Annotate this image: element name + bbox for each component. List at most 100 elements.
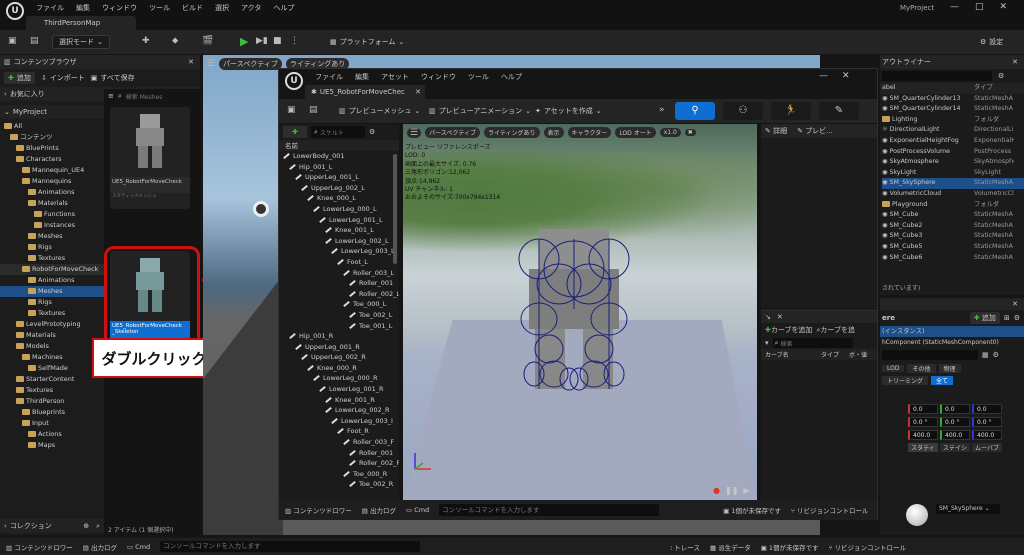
close-icon[interactable]: ✕ (415, 88, 421, 96)
mesh-mode-button[interactable]: ⚇ (723, 102, 763, 120)
editor-cmd-button[interactable]: ▭ Cmd (406, 506, 429, 514)
skeleton-mode-button[interactable]: ⚲ (675, 102, 715, 120)
hamburger-icon[interactable]: ☰ (207, 59, 215, 69)
blueprint-icon[interactable]: ⊞ (1004, 314, 1010, 322)
filter-lod[interactable]: LOD (882, 364, 905, 372)
bone-item[interactable]: Toe_002_R (279, 479, 399, 490)
gear-icon[interactable]: ⚙ (993, 351, 999, 359)
select-mode-button[interactable]: 選択モード ⌄ (52, 35, 110, 49)
filter-streaming[interactable]: トリーミング (882, 375, 929, 385)
bone-item[interactable]: Knee_001_L (279, 225, 399, 236)
pause-icon[interactable]: ❚❚ (725, 486, 738, 495)
editor-console-input[interactable]: コンソールコマンドを入力します (439, 504, 660, 516)
tree-item[interactable]: Materials (0, 198, 104, 209)
tree-item[interactable]: Input (0, 418, 104, 429)
asset-search-input[interactable]: 検索 Meshes (126, 92, 163, 101)
bone-item[interactable]: LowerLeg_001_L (279, 215, 399, 226)
editor-menu-tools[interactable]: ツール (468, 72, 489, 82)
preview-viewport[interactable]: ☰ パースペクティブ ライティングあり 表示 キャラクター LOD オート x1… (403, 124, 757, 500)
details-instance[interactable]: (インスタンス) (880, 326, 1024, 337)
folder-icon[interactable]: ▤ (30, 36, 39, 46)
close-icon[interactable]: ✕ (1012, 300, 1018, 308)
bone-item[interactable]: Roller_001 (279, 278, 399, 289)
preview-lod-button[interactable]: LOD オート (615, 127, 656, 138)
filter-icon[interactable]: ≡ (108, 92, 114, 100)
menu-select[interactable]: 選択 (215, 3, 229, 13)
tree-item[interactable]: SelfMade (0, 363, 104, 374)
stop-icon[interactable]: ■ (273, 36, 282, 46)
scale-x[interactable]: 400.0 (908, 429, 938, 440)
bone-item[interactable]: Hip_001_L (279, 162, 399, 173)
add-actor-icon[interactable]: ✚ (142, 36, 150, 46)
close-icon[interactable]: ✕ (842, 71, 850, 81)
hamburger-icon[interactable]: ☰ (407, 127, 422, 138)
outliner-row[interactable]: ◉ SM_Cube3 StaticMeshA (882, 231, 1024, 242)
tree-item[interactable]: Mannequins (0, 176, 104, 187)
rotation-y[interactable]: 0.0 ° (940, 416, 970, 427)
filter-all[interactable]: 全て (931, 375, 954, 385)
preview-settings-icon[interactable]: ✖ (684, 129, 696, 136)
add-button[interactable]: ✚ 追加 (4, 72, 35, 84)
editor-logo[interactable]: U (285, 72, 303, 90)
unreal-logo[interactable]: U (6, 2, 24, 20)
project-header[interactable]: ⌄ MyProject (0, 105, 104, 119)
tree-item-selected[interactable]: Meshes (0, 286, 104, 297)
menu-build[interactable]: ビルド (182, 3, 203, 13)
tree-item[interactable]: Characters (0, 154, 104, 165)
content-browser-tab[interactable]: ▥ コンテンツブラウザ ✕ (0, 55, 200, 69)
bone-item[interactable]: Knee_000_R (279, 363, 399, 374)
cinematics-icon[interactable]: 🎬 (202, 36, 213, 46)
scrollbar[interactable] (393, 154, 397, 264)
tree-item[interactable]: Maps (0, 440, 104, 451)
more-icon[interactable]: » (659, 105, 665, 115)
tree-item[interactable]: Textures (0, 253, 104, 264)
filter-physics[interactable]: 物理 (938, 363, 961, 373)
editor-revision-button[interactable]: ⑂ リビジョンコントロール (791, 505, 868, 515)
add-curve-button[interactable]: ✚カーブを追加 (765, 325, 812, 335)
bone-item[interactable]: Knee_001_R (279, 395, 399, 406)
gizmo-icon[interactable] (253, 201, 269, 217)
editor-asset-tab[interactable]: ✱ UE5_RobotForMoveChec ✕ (305, 85, 425, 99)
tree-item[interactable]: ThirdPerson (0, 396, 104, 407)
outliner-row[interactable]: ◉ SM_Cube StaticMeshA (882, 210, 1024, 221)
tree-item[interactable]: StarterContent (0, 374, 104, 385)
tree-item[interactable]: Models (0, 341, 104, 352)
physics-mode-button[interactable]: ✎ (819, 102, 859, 120)
minimize-icon[interactable]: — (819, 71, 828, 81)
skeleton-search-input[interactable]: ⌕ スケルト (311, 126, 365, 138)
trace-button[interactable]: ⁝ トレース (670, 542, 700, 552)
tree-item[interactable]: Blueprints (0, 407, 104, 418)
tree-item[interactable]: Textures (0, 308, 104, 319)
add-collection-icon[interactable]: ⊕ (83, 522, 89, 530)
close-icon[interactable]: ✕ (1012, 58, 1018, 66)
outliner-row[interactable]: ◉ ExponentialHeightFog ExponentialH (882, 136, 1024, 147)
outliner-row[interactable]: ◉ SM_Cube6 StaticMeshA (882, 253, 1024, 264)
bone-item[interactable]: LowerLeg_002_R (279, 405, 399, 416)
menu-help[interactable]: ヘルプ (273, 3, 294, 13)
bone-item[interactable]: Roller_002_L (279, 289, 399, 300)
rotation-x[interactable]: 0.0 ° (908, 416, 938, 427)
outliner-row[interactable]: ◉ PostProcessVolume PostProcess (882, 147, 1024, 158)
mobility-stationary[interactable]: ステイシ (940, 442, 970, 452)
bone-item[interactable]: LowerLeg_002_L (279, 236, 399, 247)
save-icon[interactable]: ▣ (8, 36, 17, 46)
grid-icon[interactable]: ▦ (982, 351, 989, 359)
outliner-row[interactable]: ◉ VolumetricCloud VolumetricCl (882, 189, 1024, 200)
bone-item[interactable]: LowerBody_001 (279, 151, 399, 162)
add-curve-button-2[interactable]: ⌕カーブを追 (816, 325, 855, 335)
editor-content-drawer-button[interactable]: ▥ コンテンツドロワー (285, 505, 352, 515)
mesh-select-dropdown[interactable]: SM_SkySphere ⌄ (936, 504, 1000, 514)
details-search-input[interactable] (882, 350, 978, 360)
settings-button[interactable]: ⚙ 設定 (980, 37, 1003, 47)
bone-item[interactable]: Foot_R (279, 426, 399, 437)
curve-icon[interactable]: ↘ (765, 313, 771, 321)
outliner-row[interactable]: ☼ DirectionalLight DirectionalLi (882, 125, 1024, 136)
bone-item[interactable]: LowerLeg_001_R (279, 384, 399, 395)
tree-item[interactable]: Textures (0, 385, 104, 396)
tree-item[interactable]: Actions (0, 429, 104, 440)
tree-item[interactable]: Materials (0, 330, 104, 341)
gear-icon[interactable]: ⚙ (369, 128, 375, 136)
animation-mode-button[interactable]: 🏃 (771, 102, 811, 120)
details-add-button[interactable]: ✚ 追加 (969, 312, 1000, 324)
bone-item[interactable]: LowerLeg_000_R (279, 373, 399, 384)
